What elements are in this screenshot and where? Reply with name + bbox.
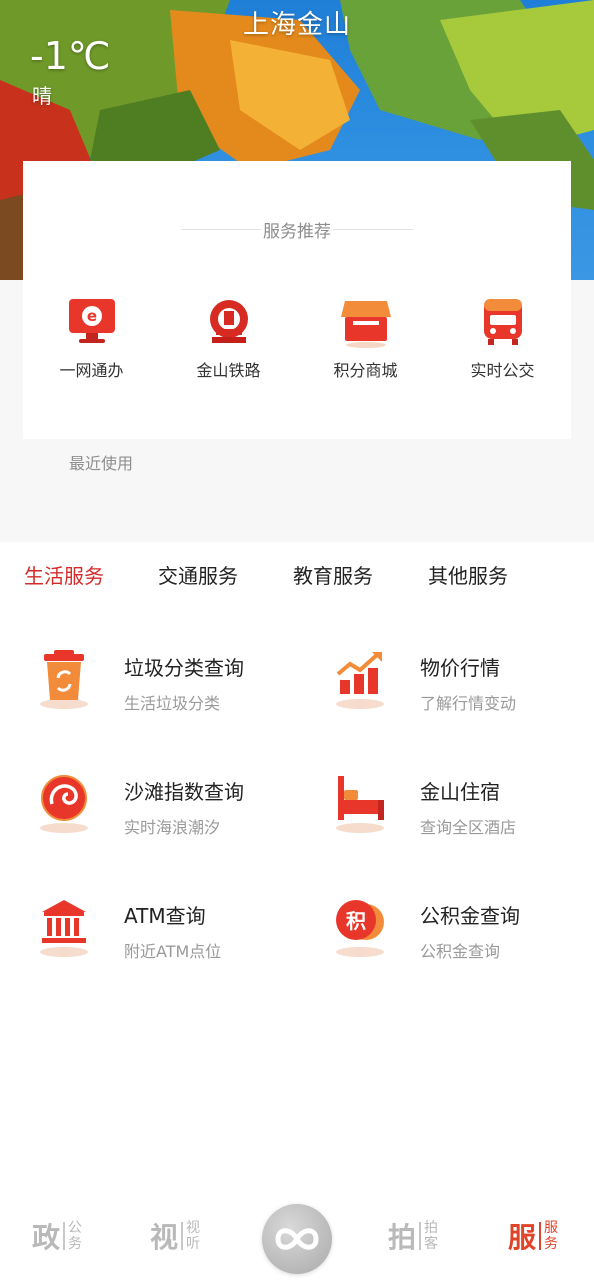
nav-label: 政 [32, 1221, 61, 1254]
service-tabs: 生活服务 交通服务 教育服务 其他服务 [0, 560, 594, 594]
recommend-item-label: 积分商城 [333, 361, 398, 380]
bus-icon [476, 295, 530, 349]
nav-sublabel-bottom: 务 [544, 1236, 559, 1252]
bank-icon [38, 898, 98, 970]
nav-sublabel-top: 拍 [424, 1220, 439, 1236]
nav-sublabel-bottom: 客 [424, 1236, 439, 1252]
home-center-button[interactable] [262, 1204, 332, 1274]
service-title: 公积金查询 [420, 904, 520, 928]
service-title: 垃圾分类查询 [124, 656, 244, 680]
service-subtitle: 了解行情变动 [420, 694, 517, 713]
service-garbage-sorting[interactable]: 垃圾分类查询 生活垃圾分类 [38, 650, 318, 730]
nav-label: 视 [150, 1221, 179, 1254]
recommend-item-bus[interactable]: 实时公交 [434, 295, 571, 381]
nav-government[interactable]: 政 公 务 [32, 1216, 82, 1256]
service-subtitle: 查询全区酒店 [420, 818, 517, 837]
service-lodging[interactable]: 金山住宿 查询全区酒店 [334, 774, 594, 854]
recommend-item-label: 实时公交 [470, 361, 535, 380]
service-beach-index[interactable]: 沙滩指数查询 实时海浪潮汐 [38, 774, 318, 854]
nav-separator [181, 1222, 184, 1250]
recommend-item-label: 一网通办 [59, 361, 124, 380]
recommend-header: 服务推荐 [23, 217, 571, 242]
recommend-item-label: 金山铁路 [196, 361, 261, 380]
shop-icon [339, 295, 393, 349]
tab-other-services[interactable]: 其他服务 [428, 560, 508, 589]
service-subtitle: 生活垃圾分类 [124, 694, 221, 713]
service-price-trends[interactable]: 物价行情 了解行情变动 [334, 650, 594, 730]
recommend-title: 服务推荐 [261, 222, 333, 242]
service-title: ATM查询 [124, 904, 206, 928]
tab-traffic-services[interactable]: 交通服务 [158, 560, 238, 589]
nav-separator [419, 1222, 422, 1250]
nav-sublabel-top: 服 [544, 1220, 559, 1236]
temperature: -1℃ [30, 34, 111, 78]
infinity-logo-icon [275, 1228, 319, 1250]
service-subtitle: 附近ATM点位 [124, 942, 222, 961]
bed-icon [334, 774, 394, 846]
service-atm[interactable]: ATM查询 附近ATM点位 [38, 898, 318, 978]
recommend-item-shop[interactable]: 积分商城 [297, 295, 434, 381]
svg-text:e: e [86, 307, 96, 325]
nav-photo[interactable]: 拍 拍 客 [388, 1216, 438, 1256]
tab-life-services[interactable]: 生活服务 [24, 560, 104, 589]
railway-icon [202, 295, 256, 349]
trash-bin-icon [38, 650, 98, 722]
recent-used-label: 最近使用 [69, 454, 134, 473]
price-chart-icon [334, 650, 394, 722]
svg-text:积: 积 [346, 909, 366, 933]
service-title: 金山住宿 [420, 780, 500, 804]
service-recommend-card: 服务推荐 e 一网通办 金山铁路 积分商城 实时公交 [23, 161, 571, 439]
bottom-navigation: 政 公 务 视 视 听 拍 拍 客 服 服 务 [0, 1196, 594, 1280]
wave-icon [38, 774, 98, 846]
nav-sublabel-top: 公 [68, 1220, 83, 1236]
e-service-icon: e [65, 295, 119, 349]
nav-sublabel: 拍 客 [424, 1220, 438, 1252]
nav-sublabel: 服 务 [544, 1220, 558, 1252]
service-subtitle: 实时海浪潮汐 [124, 818, 221, 837]
nav-sublabel-bottom: 听 [186, 1236, 201, 1252]
nav-separator [63, 1222, 66, 1250]
service-subtitle: 公积金查询 [420, 942, 501, 961]
service-title: 物价行情 [420, 656, 500, 680]
service-title: 沙滩指数查询 [124, 780, 244, 804]
nav-sublabel-bottom: 务 [68, 1236, 83, 1252]
recommend-item-railway[interactable]: 金山铁路 [160, 295, 297, 381]
nav-services[interactable]: 服 服 务 [508, 1216, 558, 1256]
nav-sublabel: 公 务 [68, 1220, 82, 1252]
weather-condition: 晴 [32, 84, 52, 108]
nav-label: 拍 [388, 1221, 417, 1254]
nav-video[interactable]: 视 视 听 [150, 1216, 200, 1256]
fund-icon: 积 [334, 898, 394, 970]
nav-sublabel: 视 听 [186, 1220, 200, 1252]
nav-separator [539, 1222, 542, 1250]
recommend-item-e-service[interactable]: e 一网通办 [23, 295, 160, 381]
nav-label: 服 [508, 1221, 537, 1254]
nav-sublabel-top: 视 [186, 1220, 201, 1236]
tab-education-services[interactable]: 教育服务 [293, 560, 373, 589]
service-housing-fund[interactable]: 积 公积金查询 公积金查询 [334, 898, 594, 978]
